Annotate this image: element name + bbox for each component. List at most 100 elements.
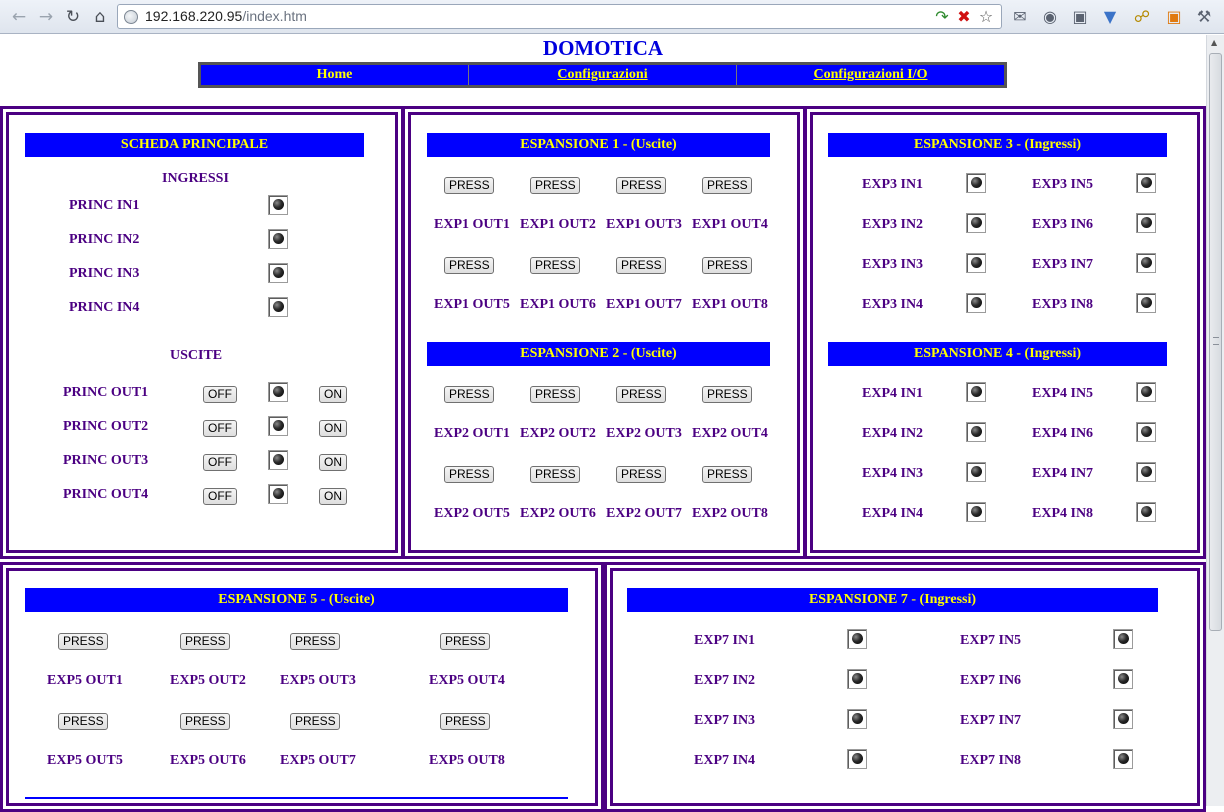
stop-icon[interactable]: ✖ [954, 7, 974, 27]
vertical-scrollbar[interactable]: ▲ [1206, 35, 1224, 806]
press-button[interactable]: PRESS [530, 257, 580, 274]
led-indicator [268, 382, 288, 402]
url-text[interactable]: 192.168.220.95/index.htm [145, 8, 307, 24]
press-button[interactable]: PRESS [616, 177, 666, 194]
press-button[interactable]: PRESS [616, 386, 666, 403]
off-button[interactable]: OFF [203, 420, 237, 437]
ingressi-title: INGRESSI [162, 171, 229, 186]
press-button[interactable]: PRESS [444, 257, 494, 274]
led-indicator [268, 484, 288, 504]
panel-scheda-principale: SCHEDA PRINCIPALE INGRESSI PRINC IN1 PRI… [0, 106, 404, 559]
input-label: EXP4 IN4 [862, 506, 924, 521]
press-button[interactable]: PRESS [444, 386, 494, 403]
home-icon[interactable]: ⌂ [89, 6, 111, 28]
press-button[interactable]: PRESS [616, 257, 666, 274]
input-label: EXP7 IN4 [694, 753, 756, 768]
on-button[interactable]: ON [319, 386, 347, 403]
panel-header: ESPANSIONE 7 - (Ingressi) [627, 588, 1158, 612]
scroll-up-icon[interactable]: ▲ [1211, 38, 1217, 47]
wrench-icon[interactable]: ⚒ [1193, 6, 1215, 28]
panel-header: ESPANSIONE 3 - (Ingressi) [828, 133, 1167, 157]
input-label: EXP3 IN6 [1032, 217, 1094, 232]
menu-home[interactable]: Home [201, 65, 468, 85]
press-button[interactable]: PRESS [702, 257, 752, 274]
press-button[interactable]: PRESS [180, 633, 230, 650]
output-label: EXP1 OUT4 [692, 217, 768, 232]
mail-icon[interactable]: ✉ [1009, 6, 1031, 28]
press-button[interactable]: PRESS [58, 633, 108, 650]
led-indicator [966, 502, 986, 522]
menu-configurazioni[interactable]: Configurazioni [468, 65, 736, 85]
clipboard-icon[interactable]: ▣ [1069, 6, 1091, 28]
input-label: EXP3 IN1 [862, 177, 924, 192]
press-button[interactable]: PRESS [530, 466, 580, 483]
led-indicator [1113, 629, 1133, 649]
output-label: EXP5 OUT1 [47, 673, 123, 688]
press-button[interactable]: PRESS [702, 177, 752, 194]
press-button[interactable]: PRESS [290, 713, 340, 730]
input-label: EXP4 IN5 [1032, 386, 1094, 401]
on-button[interactable]: ON [319, 488, 347, 505]
led-indicator [268, 229, 288, 249]
download-icon[interactable]: ▼ [1099, 6, 1121, 28]
output-label: PRINC OUT3 [63, 453, 149, 468]
m-extension-icon[interactable]: ▣ [1163, 6, 1185, 28]
on-button[interactable]: ON [319, 454, 347, 471]
press-button[interactable]: PRESS [530, 386, 580, 403]
press-button[interactable]: PRESS [702, 386, 752, 403]
led-indicator [847, 669, 867, 689]
phone-icon[interactable]: ☍ [1131, 6, 1153, 28]
input-label: EXP3 IN7 [1032, 257, 1094, 272]
reload-icon[interactable]: ↻ [62, 6, 84, 28]
press-button[interactable]: PRESS [58, 713, 108, 730]
uscite-title: USCITE [170, 348, 223, 363]
browser-toolbar: ← → ↻ ⌂ 192.168.220.95/index.htm ↷ ✖ ☆ ✉… [0, 0, 1224, 34]
scroll-thumb[interactable] [1209, 53, 1222, 631]
go-icon[interactable]: ↷ [932, 7, 952, 27]
output-label: EXP2 OUT8 [692, 506, 768, 521]
output-label: EXP5 OUT8 [429, 753, 505, 768]
output-label: EXP1 OUT5 [434, 297, 510, 312]
led-indicator [1113, 669, 1133, 689]
led-indicator [966, 213, 986, 233]
press-button[interactable]: PRESS [440, 713, 490, 730]
output-label: EXP2 OUT6 [520, 506, 596, 521]
output-label: EXP1 OUT8 [692, 297, 768, 312]
off-button[interactable]: OFF [203, 386, 237, 403]
press-button[interactable]: PRESS [616, 466, 666, 483]
output-label: EXP1 OUT7 [606, 297, 682, 312]
led-indicator [966, 382, 986, 402]
arrow-right-icon[interactable]: → [35, 6, 57, 28]
input-label: PRINC IN4 [69, 300, 140, 315]
press-button[interactable]: PRESS [530, 177, 580, 194]
panel-header: ESPANSIONE 5 - (Uscite) [25, 588, 568, 612]
press-button[interactable]: PRESS [702, 466, 752, 483]
press-button[interactable]: PRESS [440, 633, 490, 650]
main-menu: Home Configurazioni Configurazioni I/O [198, 62, 1007, 88]
address-bar[interactable]: 192.168.220.95/index.htm ↷ ✖ ☆ [117, 4, 1002, 29]
output-label: PRINC OUT4 [63, 487, 149, 502]
scroll-grip [1213, 337, 1219, 345]
world-icon[interactable]: ◉ [1039, 6, 1061, 28]
output-label: EXP2 OUT5 [434, 506, 510, 521]
on-button[interactable]: ON [319, 420, 347, 437]
press-button[interactable]: PRESS [290, 633, 340, 650]
press-button[interactable]: PRESS [180, 713, 230, 730]
page-title: DOMOTICA [542, 36, 664, 60]
led-indicator [966, 462, 986, 482]
led-indicator [1136, 173, 1156, 193]
led-indicator [847, 709, 867, 729]
output-label: EXP2 OUT1 [434, 426, 510, 441]
input-label: EXP3 IN4 [862, 297, 924, 312]
off-button[interactable]: OFF [203, 454, 237, 471]
led-indicator [966, 293, 986, 313]
press-button[interactable]: PRESS [444, 466, 494, 483]
led-indicator [1136, 293, 1156, 313]
off-button[interactable]: OFF [203, 488, 237, 505]
menu-configurazioni-io[interactable]: Configurazioni I/O [736, 65, 1004, 85]
star-icon[interactable]: ☆ [976, 7, 996, 27]
led-indicator [1136, 462, 1156, 482]
arrow-left-icon[interactable]: ← [8, 6, 30, 28]
press-button[interactable]: PRESS [444, 177, 494, 194]
led-indicator [1136, 253, 1156, 273]
